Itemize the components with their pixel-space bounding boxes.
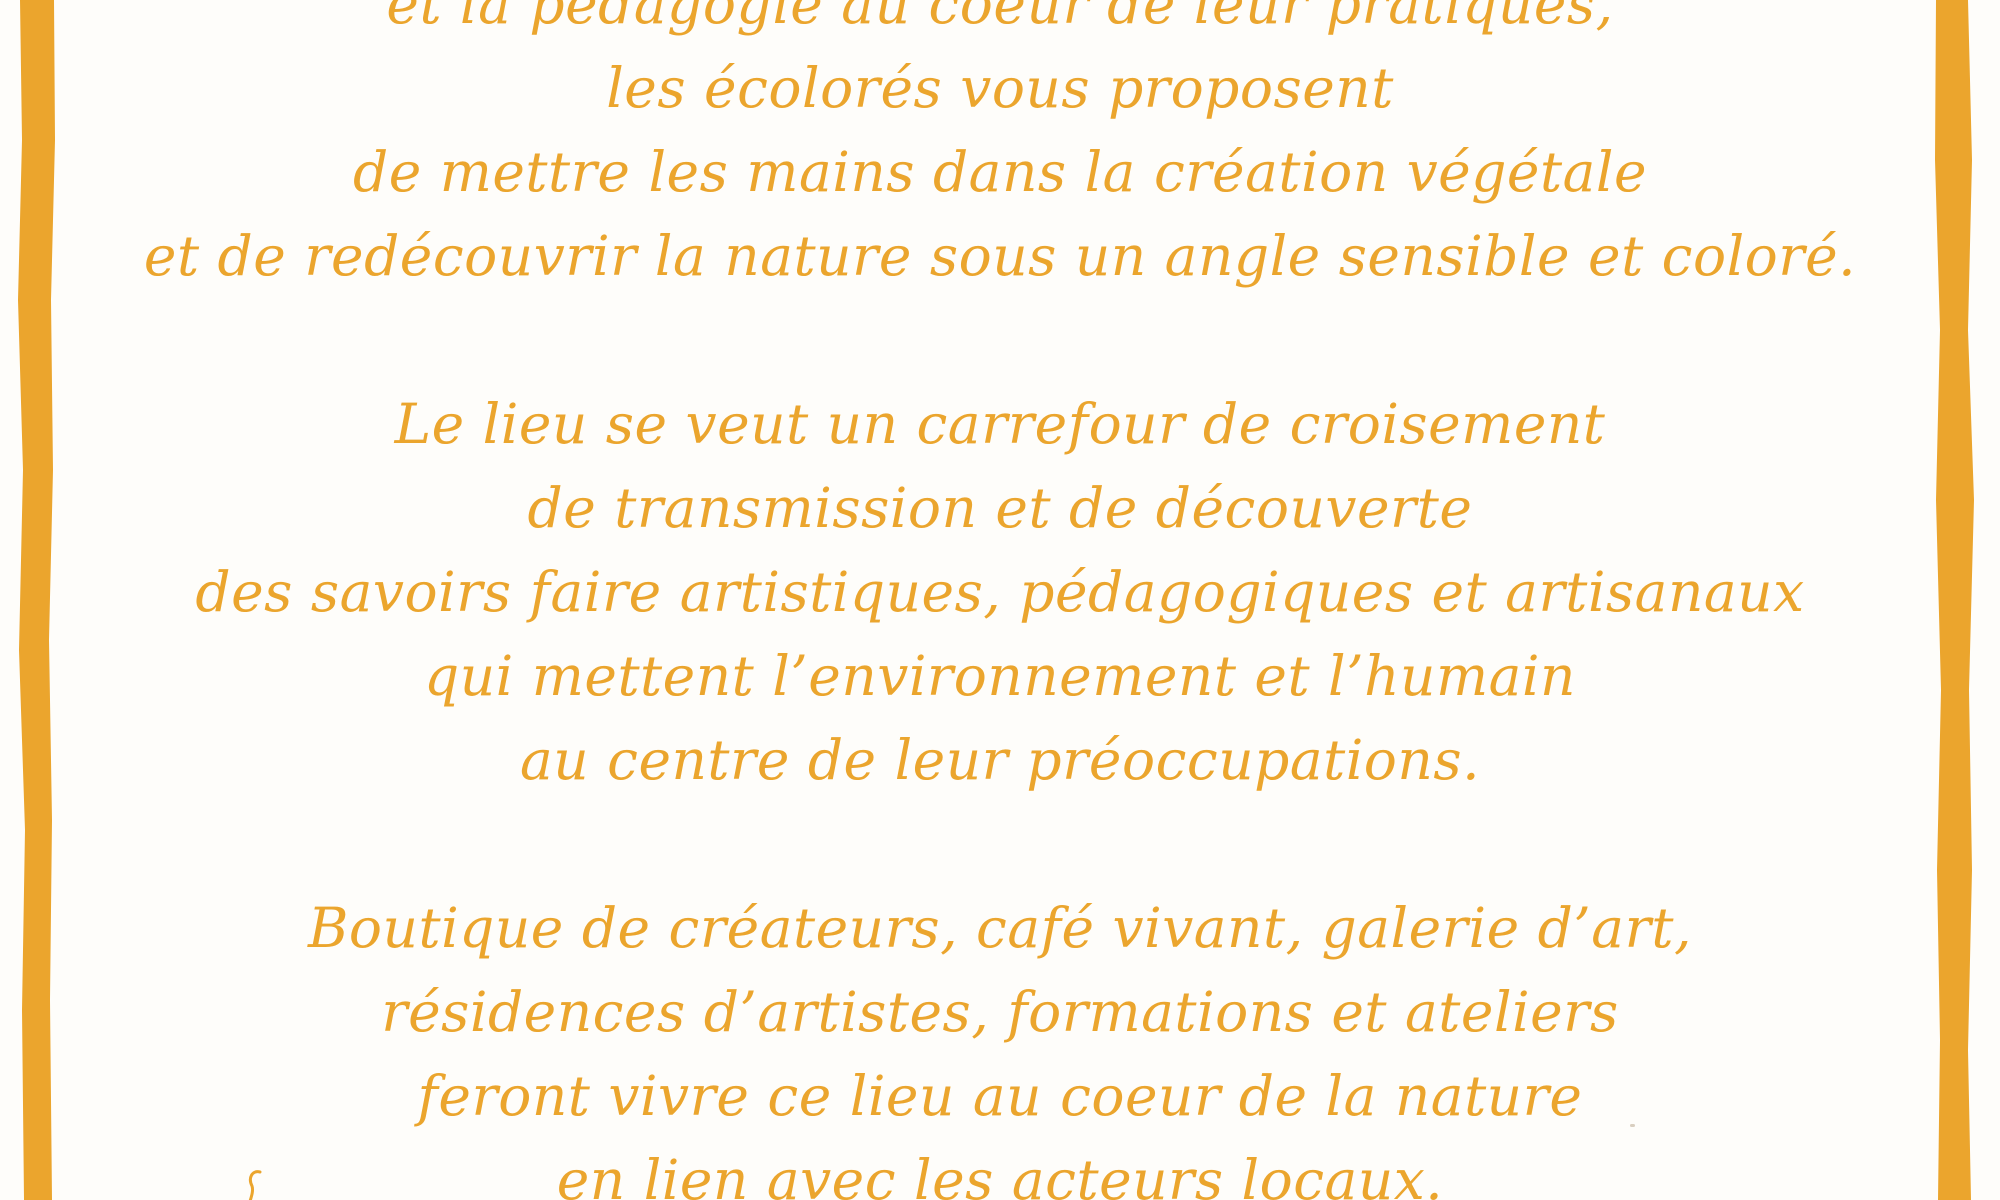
text-line: en lien avec les acteurs locaux. bbox=[556, 1148, 1444, 1200]
text-line: et de redécouvrir la nature sous un angl… bbox=[143, 224, 1857, 288]
text-line: qui mettent l’environnement et l’humain bbox=[424, 644, 1576, 708]
text-line: des savoirs faire artistiques, pédagogiq… bbox=[195, 560, 1805, 624]
paper-speck bbox=[1630, 1124, 1635, 1127]
text-line: les écolorés vous proposent bbox=[606, 56, 1394, 120]
handwritten-text-block: et la pédagogie au coeur de leur pratiqu… bbox=[0, 0, 2000, 1200]
paragraph-2: Le lieu se veut un carrefour de croiseme… bbox=[0, 382, 2000, 802]
document-page: et la pédagogie au coeur de leur pratiqu… bbox=[0, 0, 2000, 1200]
text-line: au centre de leur préoccupations. bbox=[519, 728, 1481, 792]
paragraph-3: Boutique de créateurs, café vivant, gale… bbox=[0, 886, 2000, 1200]
pen-stroke-mark bbox=[248, 1170, 262, 1200]
text-line: et la pédagogie au coeur de leur pratiqu… bbox=[386, 0, 1614, 36]
text-line: de transmission et de découverte bbox=[527, 476, 1473, 540]
text-line: Boutique de créateurs, café vivant, gale… bbox=[308, 896, 1692, 960]
paragraph-1: et la pédagogie au coeur de leur pratiqu… bbox=[0, 0, 2000, 298]
text-line: feront vivre ce lieu au coeur de la natu… bbox=[417, 1064, 1583, 1128]
text-line: de mettre les mains dans la création vég… bbox=[352, 140, 1648, 204]
text-line: Le lieu se veut un carrefour de croiseme… bbox=[394, 392, 1606, 456]
text-line: résidences d’artistes, formations et ate… bbox=[381, 980, 1619, 1044]
